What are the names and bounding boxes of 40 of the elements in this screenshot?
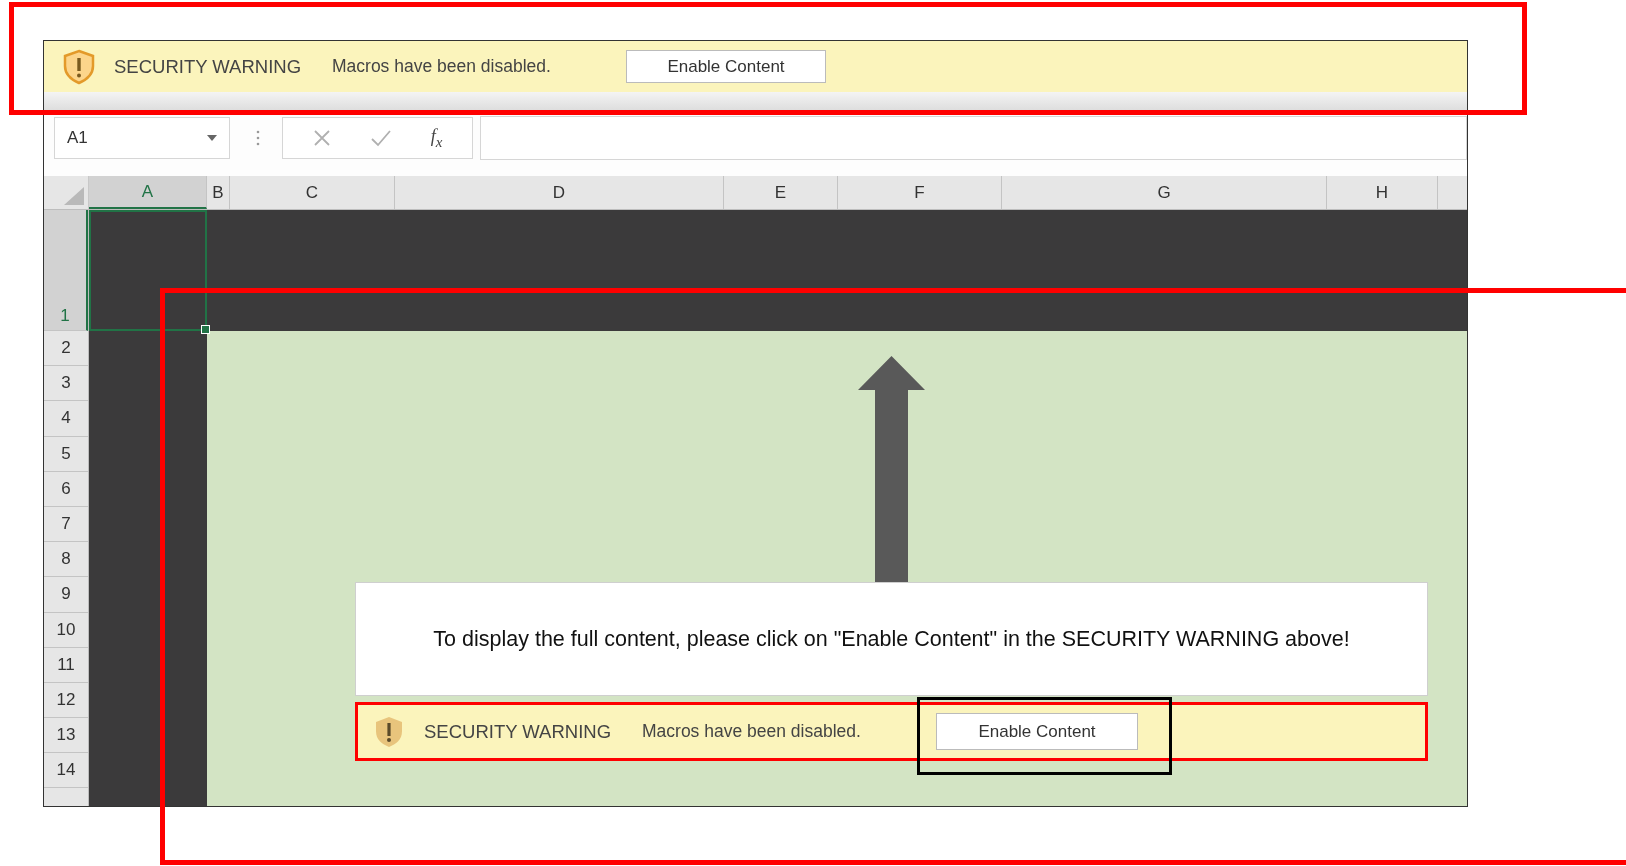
dropdown-caret-icon[interactable] [207, 135, 217, 141]
row-header[interactable]: 7 [44, 506, 88, 543]
row-header[interactable]: 6 [44, 471, 88, 507]
select-all-icon[interactable] [64, 187, 84, 205]
enable-content-button[interactable]: Enable Content [936, 713, 1138, 750]
row-header[interactable]: 13 [44, 718, 88, 754]
row-header[interactable]: 5 [44, 436, 88, 472]
column-header[interactable]: F [838, 176, 1002, 209]
row-header[interactable]: 8 [44, 542, 88, 578]
row-header[interactable]: 10 [44, 612, 88, 648]
row-header[interactable]: 14 [44, 753, 88, 789]
column-header[interactable]: D [395, 176, 724, 209]
warning-title: SECURITY WARNING [114, 55, 303, 78]
row-header[interactable]: 12 [44, 682, 88, 719]
column-header[interactable]: A [89, 176, 207, 209]
row-header[interactable]: 2 [44, 331, 88, 367]
column-header[interactable]: H [1327, 176, 1438, 209]
warning-title: SECURITY WARNING [424, 720, 613, 743]
selected-cell[interactable] [89, 210, 207, 331]
instruction-text: To display the full content, please click on "Enable Content" in the SECURITY WARNING above! [433, 626, 1350, 652]
enable-content-button[interactable]: Enable Content [626, 50, 826, 83]
check-icon[interactable] [369, 129, 392, 147]
cancel-icon[interactable] [312, 129, 331, 147]
formula-input[interactable] [480, 116, 1467, 160]
shield-warning-icon [62, 48, 96, 85]
shield-warning-icon [374, 714, 404, 749]
name-box[interactable]: A1 [54, 117, 230, 159]
row-header[interactable]: 1 [44, 210, 88, 331]
column-header[interactable]: E [724, 176, 838, 209]
column-header[interactable]: C [230, 176, 395, 209]
grip-icon [256, 130, 260, 146]
row-header[interactable]: 11 [44, 647, 88, 683]
warning-message: Macros have been disabled. [642, 721, 862, 742]
row-header[interactable]: 9 [44, 577, 88, 613]
warning-message: Macros have been disabled. [332, 56, 552, 77]
column-header[interactable]: G [1002, 176, 1327, 209]
row-header[interactable]: 3 [44, 366, 88, 402]
row-header[interactable]: 4 [44, 401, 88, 437]
insert-function-button[interactable]: f$_{x}$ [430, 125, 443, 151]
column-header[interactable]: B [207, 176, 230, 209]
